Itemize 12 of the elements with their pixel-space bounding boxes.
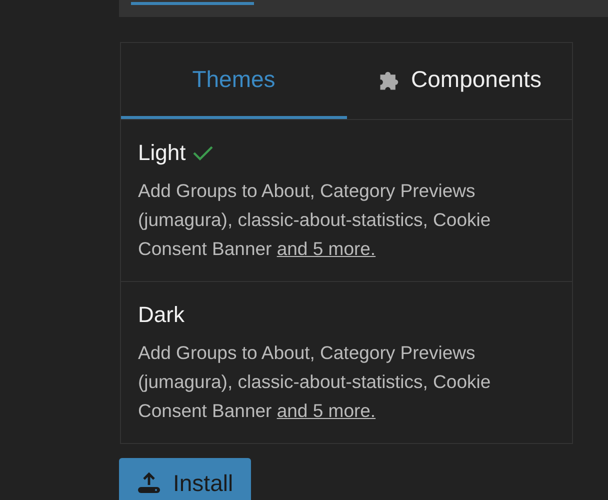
tab[interactable]: Components (346, 43, 572, 119)
theme-item[interactable]: Dark Add Groups to About, Category Previews (jumagura), classic-about-statistics, Cookie Consent Banner and 5 more. (121, 281, 572, 443)
theme-description: Add Groups to About, Category Previews (jumagura), classic-about-statistics, Cookie Consent Banner and 5 more. (138, 179, 492, 261)
theme-description: Add Groups to About, Category Previews (jumagura), classic-about-statistics, Cookie Consent Banner and 5 more. (138, 341, 492, 423)
install-button[interactable]: Install (119, 458, 251, 500)
theme-name: Light (138, 140, 186, 166)
more-link[interactable]: and 5 more. (276, 400, 376, 421)
more-link[interactable]: and 5 more. (276, 238, 376, 259)
upload-icon (137, 471, 161, 495)
tab[interactable]: Themes (121, 43, 346, 119)
theme-item[interactable]: Light Add Groups to About, Category Previews (jumagura), classic-about-statistics, Cookie Consent Banner and 5 more. (121, 120, 572, 281)
theme-name: Dark (138, 302, 184, 328)
